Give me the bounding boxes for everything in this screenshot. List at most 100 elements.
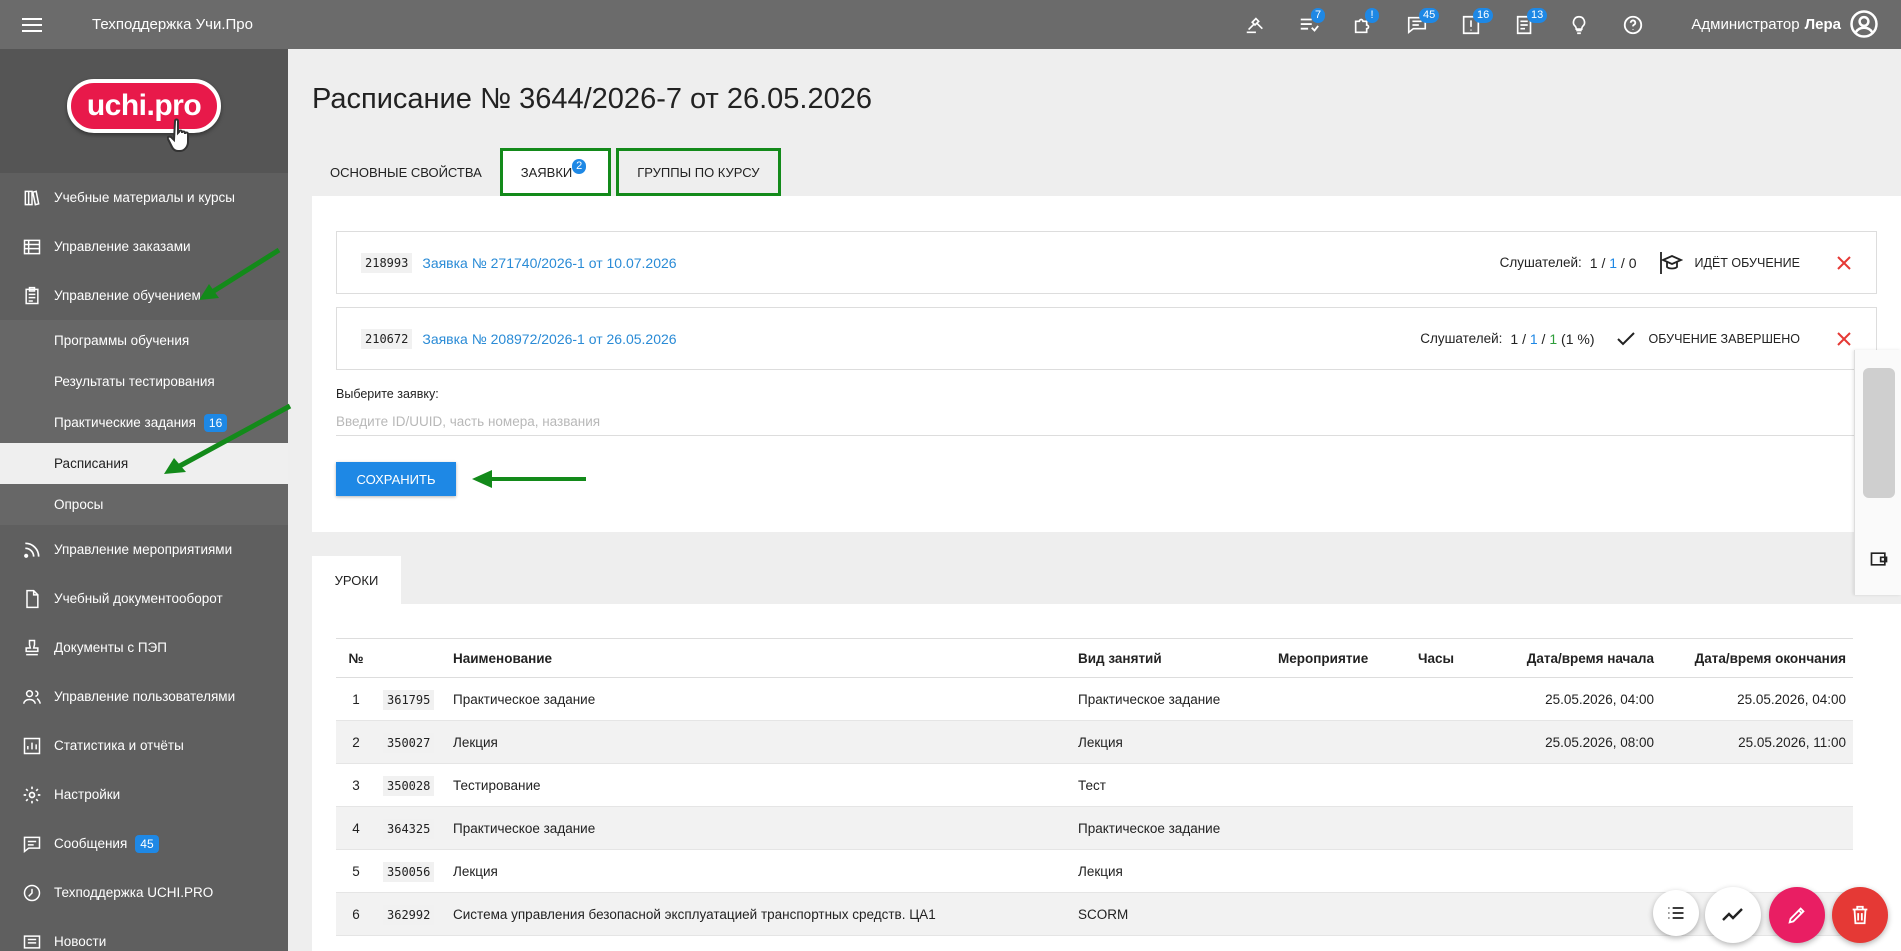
request-link[interactable]: Заявка № 208972/2026-1 от 26.05.2026 — [422, 331, 676, 347]
chart-icon — [21, 735, 43, 757]
sidebar-item-messages[interactable]: Сообщения 45 — [0, 819, 288, 868]
news-icon — [21, 931, 43, 951]
count-done: 1 — [1549, 330, 1558, 347]
delete-fab[interactable] — [1832, 887, 1888, 943]
status-text: ОБУЧЕНИЕ ЗАВЕРШЕНО — [1648, 331, 1800, 346]
col-hours: Часы — [1411, 638, 1481, 678]
sidebar-item-docflow[interactable]: Учебный документооборот — [0, 574, 288, 623]
list-icon[interactable]: 7 — [1294, 7, 1326, 40]
sidebar-item-label: Документы с ПЭП — [54, 640, 167, 655]
edit-fab[interactable] — [1769, 887, 1825, 943]
cell-start — [1481, 806, 1661, 850]
table-row[interactable]: 4 364325 Практическое задание Практическ… — [336, 806, 1853, 850]
sidebar-sub-label: Опросы — [54, 497, 104, 512]
listeners-count: 1 / 1 / 0 — [1589, 254, 1637, 271]
sidebar-sub-label: Результаты тестирования — [54, 374, 215, 389]
cell-id: 361795 — [376, 677, 446, 721]
doc-list-icon[interactable]: 13 — [1510, 7, 1548, 40]
cell-number: 5 — [336, 849, 376, 893]
table-row[interactable]: 2 350027 Лекция Лекция 25.05.2026, 08:00… — [336, 720, 1853, 764]
trash-icon — [1852, 905, 1868, 925]
chat-icon[interactable]: 45 — [1402, 7, 1440, 40]
tab-label: ЗАЯВКИ — [520, 164, 573, 180]
account-icon[interactable] — [1849, 9, 1879, 39]
sidebar-sub-practical-tasks[interactable]: Практические задания 16 — [0, 402, 288, 443]
request-row: 218993 Заявка № 271740/2026-1 от 10.07.2… — [336, 231, 1877, 294]
side-scrollbar[interactable] — [1863, 368, 1895, 498]
cell-name: Лекция — [446, 849, 1071, 893]
sidebar-sub-programs[interactable]: Программы обучения — [0, 320, 288, 361]
hammer-icon[interactable] — [1240, 10, 1270, 40]
percent: (1 %) — [1561, 330, 1595, 347]
table-row[interactable]: 3 350028 Тестирование Тест — [336, 763, 1853, 807]
tab-lessons[interactable]: УРОКИ — [312, 556, 401, 604]
select-request-input[interactable] — [336, 407, 1877, 436]
cell-id: 350027 — [376, 720, 446, 764]
cell-hours — [1411, 677, 1481, 721]
sidebar-item-label: Управление обучением — [54, 288, 201, 303]
list-badge: 7 — [1311, 7, 1326, 23]
logo-area: uchi.pro — [0, 49, 288, 173]
menu-button[interactable] — [0, 0, 64, 49]
sidebar-item-label: Управление заказами — [54, 239, 191, 254]
request-status: ОБУЧЕНИЕ ЗАВЕРШЕНО — [1616, 331, 1800, 347]
tab-label: ОСНОВНЫЕ СВОЙСТВА — [330, 164, 482, 180]
list-fab[interactable] — [1653, 890, 1699, 936]
sidebar-item-stats[interactable]: Статистика и отчёты — [0, 721, 288, 770]
request-id: 210672 — [361, 328, 413, 349]
sidebar-item-settings[interactable]: Настройки — [0, 770, 288, 819]
user-menu[interactable]: Администратор Лера — [1691, 0, 1841, 49]
clipboard-icon — [21, 285, 43, 307]
tab-requests[interactable]: ЗАЯВКИ 2 — [499, 148, 612, 196]
table-row[interactable]: 6 362992 Система управления безопасной э… — [336, 892, 1853, 936]
cell-end — [1661, 806, 1853, 850]
cell-end — [1661, 849, 1853, 893]
cell-start: 25.05.2026, 08:00 — [1481, 720, 1661, 764]
col-event: Мероприятие — [1271, 638, 1411, 678]
guide-arrow-save — [472, 470, 586, 488]
sidebar-item-news[interactable]: Новости — [0, 917, 288, 951]
save-button[interactable]: СОХРАНИТЬ — [336, 462, 456, 496]
hamburger-icon — [22, 17, 42, 32]
lightbulb-icon[interactable] — [1564, 10, 1594, 40]
sidebar-sub-surveys[interactable]: Опросы — [0, 484, 288, 525]
support-icon — [21, 882, 43, 904]
cell-start: 25.05.2026, 04:00 — [1481, 677, 1661, 721]
alert-icon[interactable]: 16 — [1456, 7, 1494, 40]
table-row[interactable]: 5 350056 Лекция Лекция — [336, 849, 1853, 893]
sidebar-item-users[interactable]: Управление пользователями — [0, 672, 288, 721]
sidebar-item-events[interactable]: Управление мероприятиями — [0, 525, 288, 574]
sidebar-sub-schedules[interactable]: Расписания — [0, 443, 288, 484]
lesson-id: 350027 — [383, 732, 435, 753]
sidebar-sub-label: Практические задания — [54, 415, 196, 430]
cell-id: 364325 — [376, 806, 446, 850]
wallet-icon[interactable] — [1869, 549, 1889, 569]
sidebar-item-orders[interactable]: Управление заказами — [0, 222, 288, 271]
tabs: ОСНОВНЫЕ СВОЙСТВА ЗАЯВКИ 2 ГРУППЫ ПО КУР… — [312, 148, 781, 196]
sidebar: uchi.pro Учебные материалы и курсы Управ… — [0, 49, 288, 951]
request-info: Слушателей: 1 / 1 / 0 ИДЁТ ОБУЧЕНИЕ — [1500, 232, 1852, 293]
delete-request-icon[interactable] — [1836, 255, 1852, 271]
cell-type: Лекция — [1071, 849, 1271, 893]
alert-badge: 16 — [1473, 7, 1494, 23]
tab-course-groups[interactable]: ГРУППЫ ПО КУРСУ — [616, 148, 781, 196]
delete-request-icon[interactable] — [1836, 331, 1852, 347]
count-total: 1 — [1589, 254, 1598, 271]
trend-fab[interactable] — [1705, 887, 1761, 943]
cell-start — [1481, 763, 1661, 807]
stamp-icon — [21, 637, 43, 659]
sidebar-item-courses[interactable]: Учебные материалы и курсы — [0, 173, 288, 222]
sidebar-sub-test-results[interactable]: Результаты тестирования — [0, 361, 288, 402]
request-link[interactable]: Заявка № 271740/2026-1 от 10.07.2026 — [422, 255, 676, 271]
header-icons: 7 ! 45 16 13 — [1240, 0, 1648, 49]
sidebar-item-support[interactable]: Техподдержка UCHI.PRO — [0, 868, 288, 917]
sidebar-item-pep-docs[interactable]: Документы с ПЭП — [0, 623, 288, 672]
sidebar-item-training[interactable]: Управление обучением — [0, 271, 288, 320]
cell-type: Тест — [1071, 763, 1271, 807]
help-icon[interactable] — [1618, 10, 1648, 40]
tab-main-properties[interactable]: ОСНОВНЫЕ СВОЙСТВА — [312, 148, 500, 196]
table-row[interactable]: 1 361795 Практическое задание Практическ… — [336, 677, 1853, 721]
puzzle-icon[interactable]: ! — [1348, 7, 1379, 40]
listeners-label: Слушателей: — [1499, 255, 1582, 270]
logo[interactable]: uchi.pro — [67, 79, 221, 152]
